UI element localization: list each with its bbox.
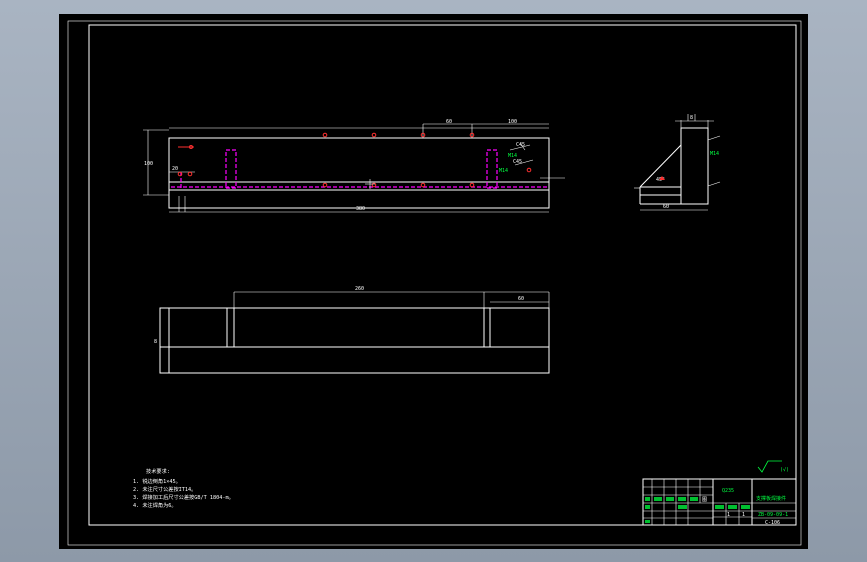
title-block-part-name: 支撑板焊接件 <box>756 495 786 502</box>
svg-text:100: 100 <box>144 161 153 167</box>
title-block-material: Q235 <box>722 488 734 494</box>
note-line-4: 4. 未注焊角为6。 <box>133 501 177 509</box>
svg-text:M14: M14 <box>710 151 719 157</box>
svg-text:20: 20 <box>172 166 178 172</box>
svg-text:100: 100 <box>508 119 517 125</box>
svg-text:C45: C45 <box>513 159 522 165</box>
notes-title: 技术要求: <box>146 467 170 475</box>
svg-text:图: 图 <box>702 497 707 503</box>
svg-text:1: 1 <box>727 512 730 518</box>
drawing-sheet <box>59 14 808 549</box>
svg-text:C45: C45 <box>516 142 525 148</box>
svg-text:60: 60 <box>518 296 524 302</box>
surface-finish-mark: (√) <box>780 467 789 473</box>
svg-text:8: 8 <box>154 339 157 345</box>
note-line-2: 2. 未注尺寸公差按IT14。 <box>133 485 196 493</box>
title-block-sheet-no: C-106 <box>765 520 780 526</box>
svg-text:8: 8 <box>690 115 693 121</box>
svg-text:M14: M14 <box>499 168 508 174</box>
svg-text:60: 60 <box>663 204 669 210</box>
svg-text:260: 260 <box>355 286 364 292</box>
svg-text:1: 1 <box>742 512 745 518</box>
svg-text:60: 60 <box>446 119 452 125</box>
svg-text:380: 380 <box>356 206 365 212</box>
cad-drawing-canvas: 100 60 100 380 20 M14 M14 C45 C45 60 8 M… <box>59 14 808 549</box>
note-line-3: 3. 焊接加工后尺寸公差按GB/T 1804-m。 <box>133 493 234 501</box>
note-line-1: 1. 锐边倒角1×45。 <box>133 477 181 485</box>
title-block-drawing-no: ZB-09-09-1 <box>758 512 788 518</box>
